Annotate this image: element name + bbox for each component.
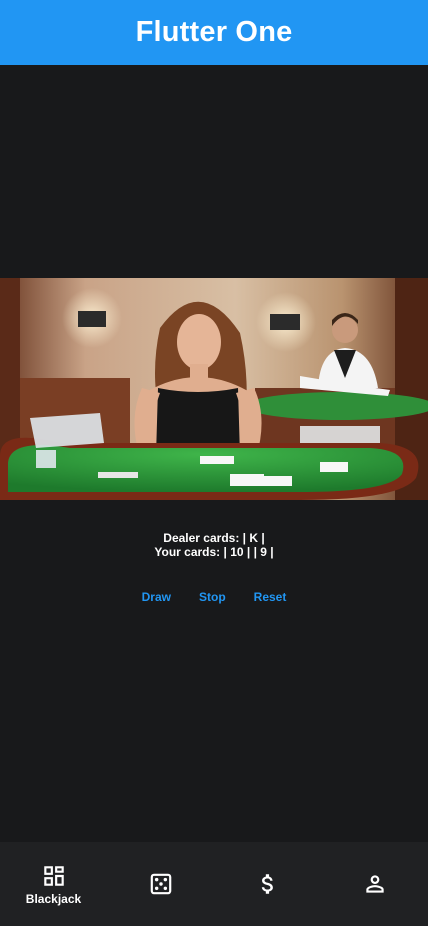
nav-item-blackjack[interactable]: Blackjack xyxy=(0,842,107,926)
stop-button[interactable]: Stop xyxy=(185,588,240,606)
nav-item-dice[interactable] xyxy=(107,842,214,926)
app-title: Flutter One xyxy=(135,16,293,48)
nav-item-profile[interactable] xyxy=(321,842,428,926)
app-bar: Flutter One xyxy=(0,0,428,65)
bottom-navigation: Blackjack xyxy=(0,842,428,926)
draw-button[interactable]: Draw xyxy=(128,588,185,606)
dashboard-icon xyxy=(41,863,67,889)
dollar-icon xyxy=(255,871,281,897)
blackjack-table-image xyxy=(0,278,428,500)
dice-icon xyxy=(148,871,174,897)
nav-item-dollar[interactable] xyxy=(214,842,321,926)
your-cards-text: Your cards: | 10 | | 9 | xyxy=(154,545,274,559)
nav-label-blackjack: Blackjack xyxy=(25,891,82,906)
action-buttons: Draw Stop Reset xyxy=(0,588,428,606)
reset-button[interactable]: Reset xyxy=(240,588,301,606)
dealer-cards-text: Dealer cards: | K | xyxy=(163,531,265,545)
person-icon xyxy=(362,871,388,897)
app-screen: Flutter One Dealer cards: | K | Your car… xyxy=(0,0,428,926)
card-status: Dealer cards: | K | Your cards: | 10 | |… xyxy=(0,531,428,559)
